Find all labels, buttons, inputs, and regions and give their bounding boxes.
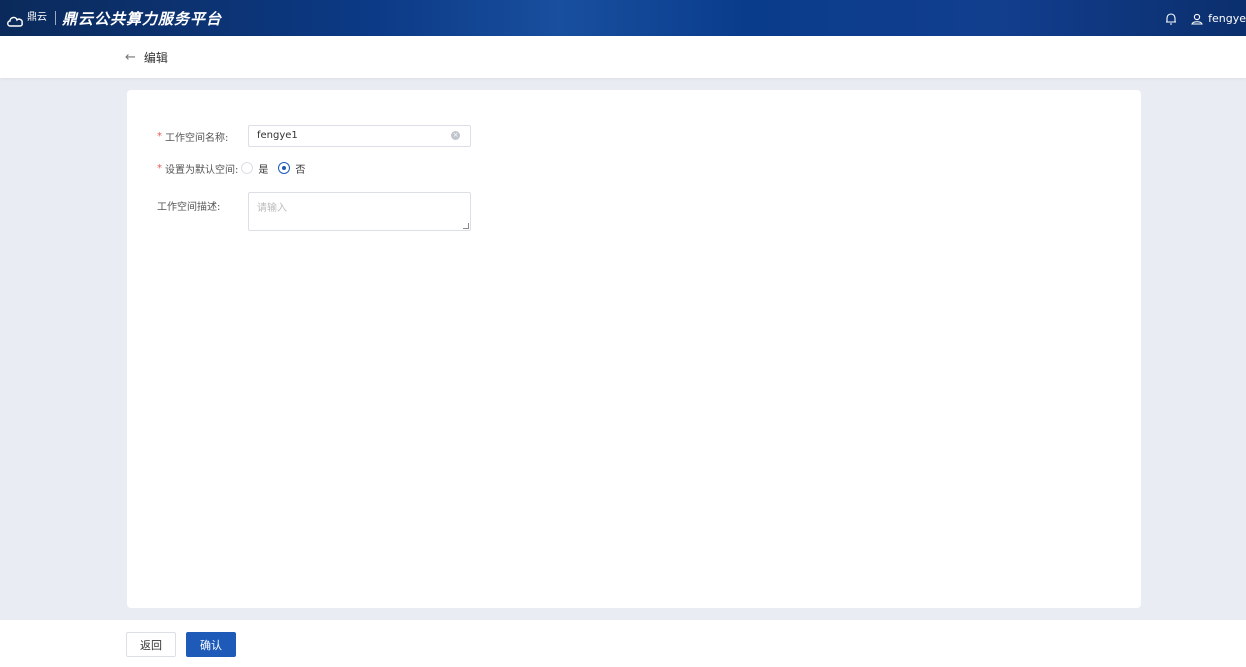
bell-icon[interactable] <box>1164 11 1178 25</box>
back-button[interactable]: 返回 <box>126 632 176 657</box>
default-label: 设置为默认空间: <box>165 164 239 176</box>
required-mark: * <box>157 130 162 142</box>
name-label: 工作空间名称: <box>165 132 229 144</box>
radio-yes[interactable]: 是 <box>241 161 268 176</box>
radio-yes-circle[interactable] <box>241 162 254 174</box>
radio-no[interactable]: 否 <box>278 161 305 176</box>
workspace-desc-textarea[interactable]: 请输入 <box>248 192 471 231</box>
footer-bar: 返回 确认 <box>0 620 1246 667</box>
cloud-logo-icon <box>6 12 24 27</box>
desc-placeholder: 请输入 <box>257 203 287 214</box>
confirm-button[interactable]: 确认 <box>186 632 236 657</box>
page-title: 编辑 <box>143 50 168 65</box>
top-navbar: 鼎云 鼎云公共算力服务平台 fengye <box>0 0 1246 36</box>
default-row: * 设置为默认空间: 是 否 <box>157 160 315 176</box>
user-icon[interactable] <box>1190 11 1204 25</box>
top-right-actions: fengye <box>1164 0 1246 36</box>
radio-yes-label: 是 <box>258 164 269 176</box>
platform-title: 鼎云公共算力服务平台 <box>62 9 223 28</box>
logo-text: 鼎云 <box>27 12 47 23</box>
clear-icon[interactable]: × <box>451 131 460 140</box>
user-name[interactable]: fengye <box>1208 12 1246 25</box>
page-header: ← 编辑 <box>0 36 1246 78</box>
radio-no-circle[interactable] <box>278 162 291 174</box>
desc-row: 工作空间描述: 请输入 <box>157 192 557 238</box>
name-row: * 工作空间名称: fengye1 × <box>157 125 557 147</box>
workspace-name-value: fengye1 <box>257 130 298 141</box>
desc-label: 工作空间描述: <box>157 202 221 213</box>
brand[interactable]: 鼎云 鼎云公共算力服务平台 <box>6 8 222 29</box>
radio-no-label: 否 <box>295 164 306 176</box>
logo-divider <box>55 11 56 25</box>
required-mark: * <box>157 162 162 174</box>
workspace-name-input[interactable]: fengye1 × <box>248 125 471 147</box>
form-card: * 工作空间名称: fengye1 × * 设置为默认空间: 是 否 工作空间描… <box>127 90 1141 608</box>
back-arrow-icon[interactable]: ← <box>125 50 136 65</box>
resize-handle-icon[interactable] <box>463 223 469 229</box>
